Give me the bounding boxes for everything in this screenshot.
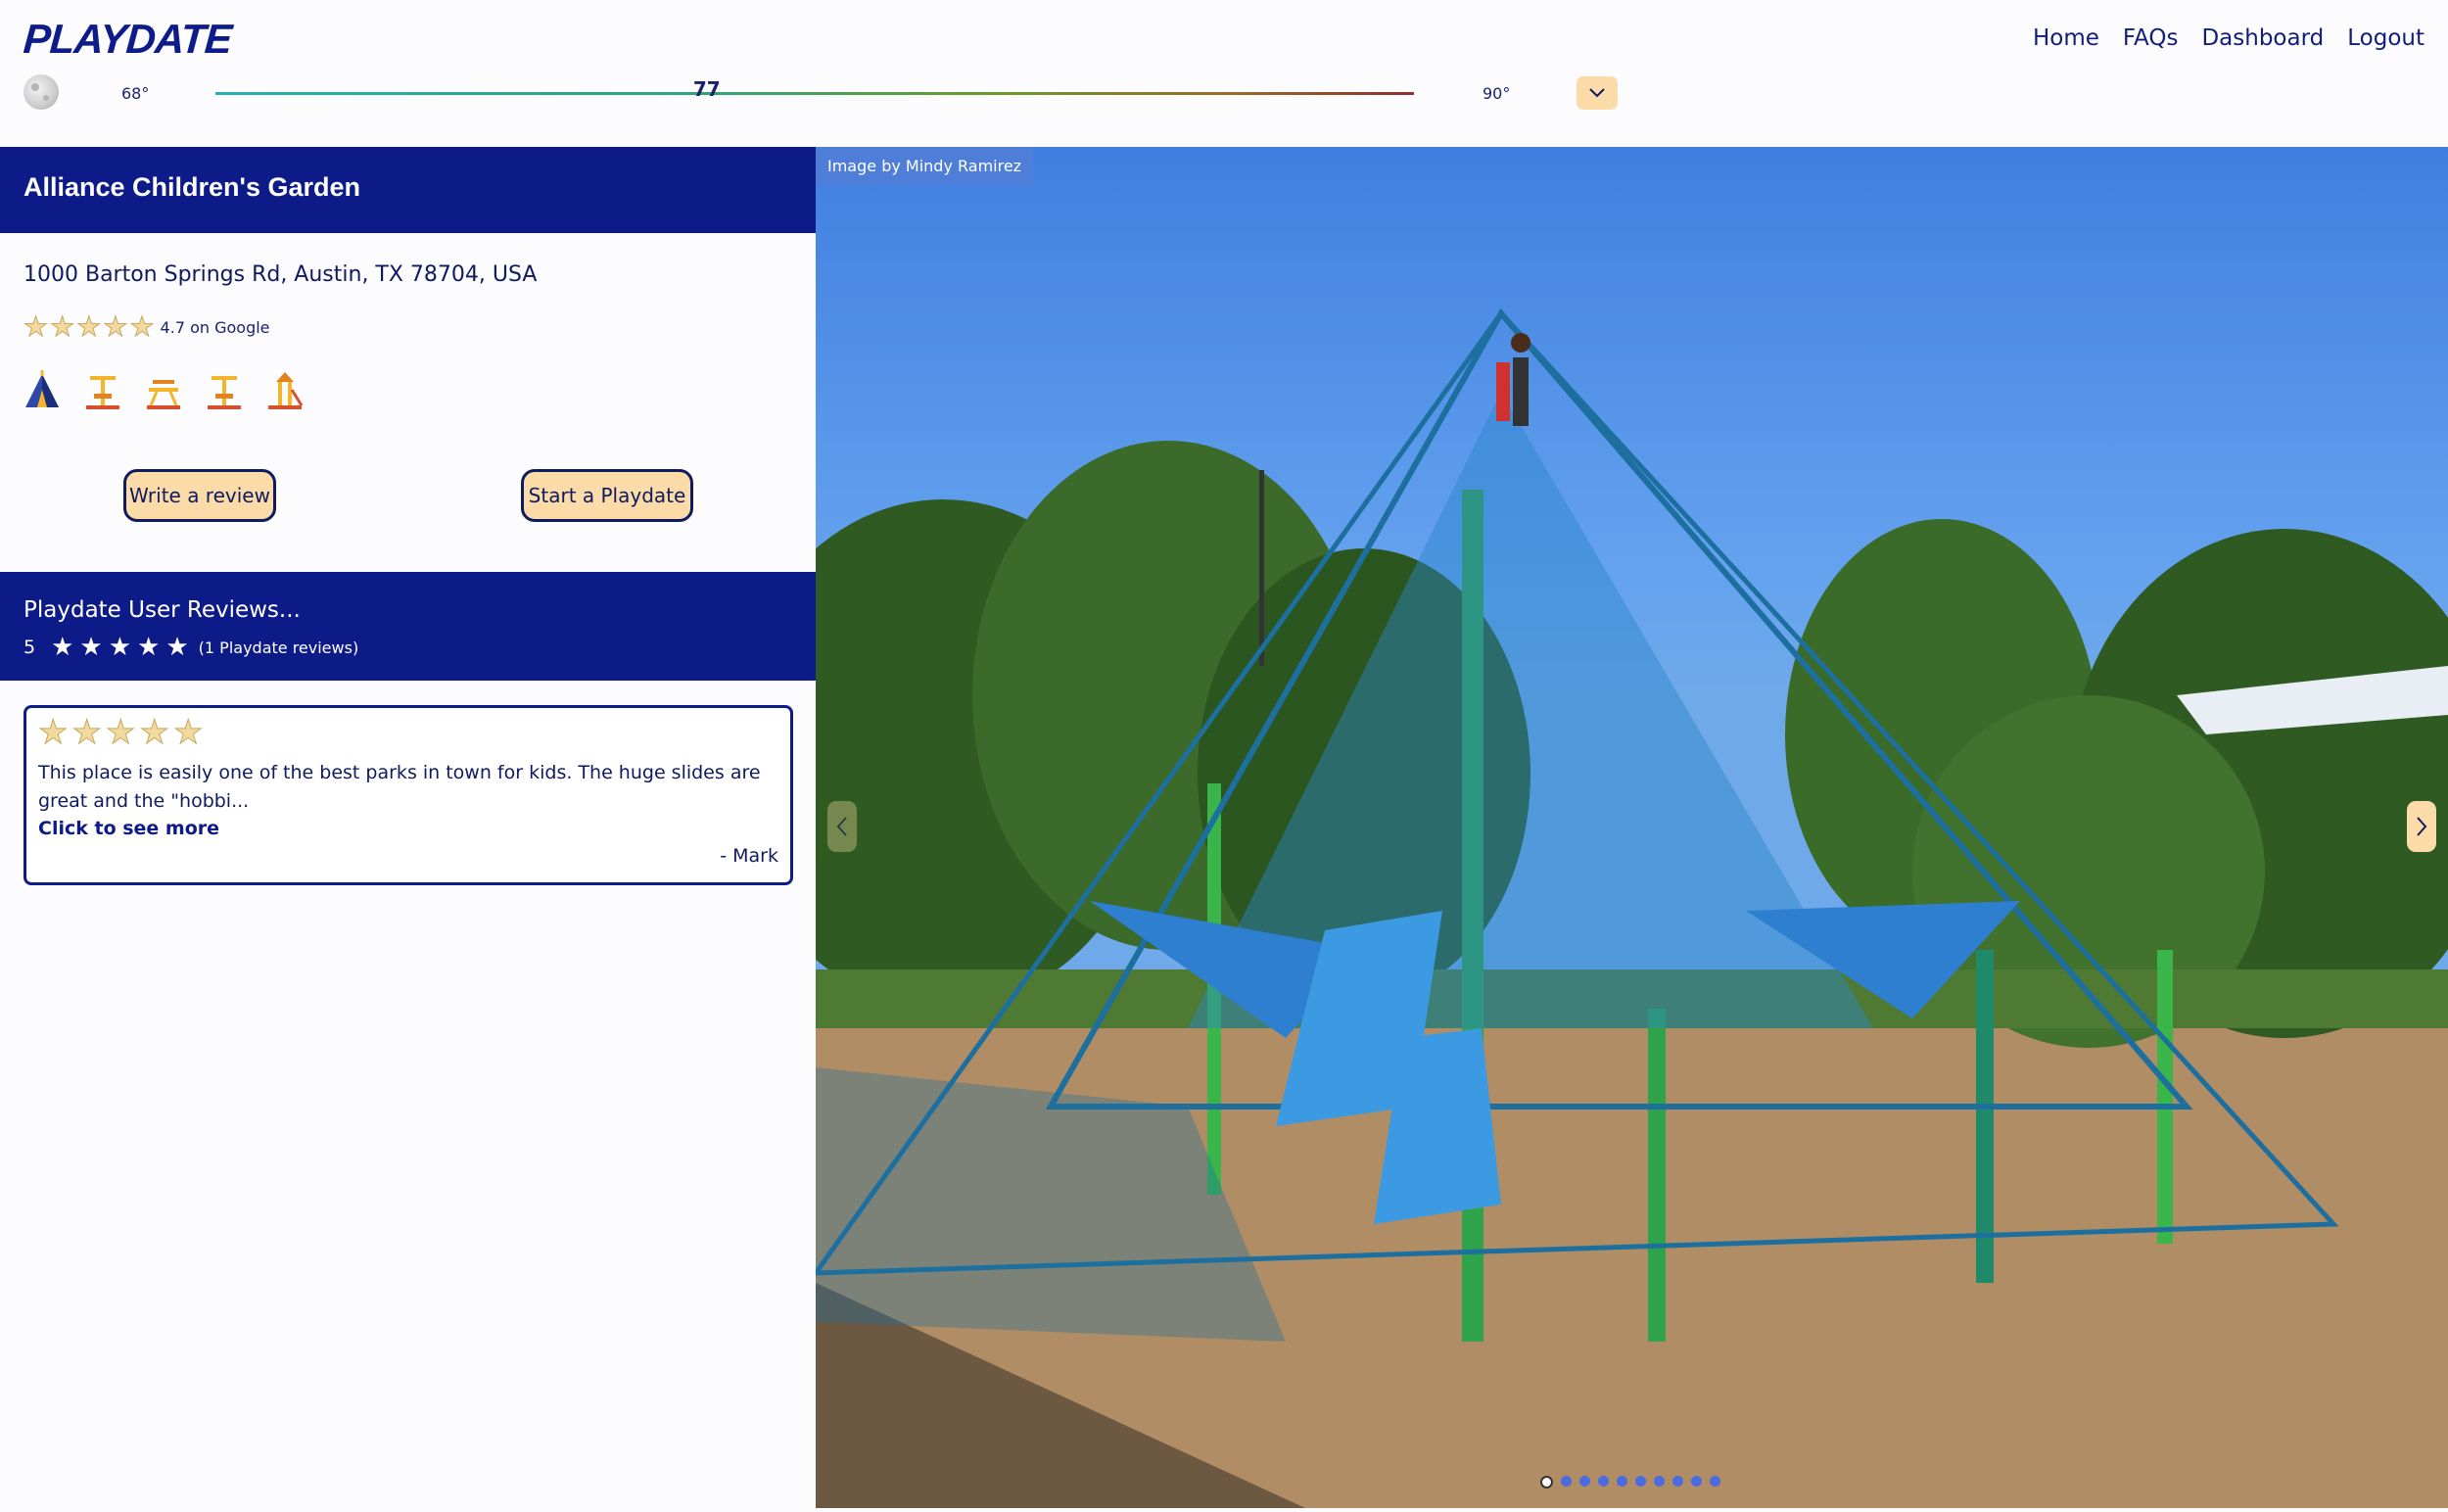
star-icon: ★ [103, 310, 128, 343]
review-card[interactable]: ★ ★ ★ ★ ★ This place is easily one of th… [24, 705, 793, 885]
swing-icon[interactable] [206, 370, 243, 411]
playground-tower-icon[interactable] [266, 370, 304, 411]
star-icon: ★ [129, 310, 155, 343]
camping-tent-icon[interactable] [24, 370, 61, 411]
carousel-dots [1540, 1476, 1720, 1488]
carousel-dot[interactable] [1710, 1476, 1720, 1487]
forecast-dropdown-button[interactable] [1577, 76, 1618, 110]
nav-logout-link[interactable]: Logout [2347, 25, 2424, 51]
google-rating: ★ ★ ★ ★ ★ 4.7 on Google [23, 310, 270, 343]
review-author: - Mark [720, 845, 778, 867]
start-playdate-button[interactable]: Start a Playdate [521, 469, 693, 522]
star-icon: ★ [165, 633, 189, 662]
amenity-icons [24, 370, 304, 411]
chevron-left-icon [836, 817, 847, 836]
star-icon: ★ [23, 310, 49, 343]
reviews-average: 5 ★ ★ ★ ★ ★ (1 Playdate reviews) [24, 635, 358, 660]
moon-icon [24, 74, 59, 110]
nav-faqs-link[interactable]: FAQs [2123, 25, 2179, 51]
park-name: Alliance Children's Garden [24, 172, 361, 202]
review-text: This place is easily one of the best par… [38, 762, 761, 812]
star-icon: ★ [37, 713, 69, 752]
playground-photo [816, 307, 2448, 1508]
reviews-summary-bar: Playdate User Reviews... 5 ★ ★ ★ ★ ★ (1 … [0, 572, 816, 681]
carousel-dot[interactable] [1691, 1476, 1702, 1487]
carousel-dot[interactable] [1579, 1476, 1590, 1487]
carousel-dot[interactable] [1672, 1476, 1683, 1487]
carousel-prev-button[interactable] [827, 801, 857, 852]
star-icon: ★ [51, 633, 74, 662]
temperature-range-bar [215, 92, 1414, 95]
chevron-down-icon [1589, 88, 1605, 98]
star-icon: ★ [137, 633, 161, 662]
picnic-table-icon[interactable] [145, 370, 182, 411]
temperature-forecast: 68° 77 90° [24, 74, 1620, 114]
write-review-button[interactable]: Write a review [123, 469, 276, 522]
carousel-dot[interactable] [1654, 1476, 1665, 1487]
reviews-count: (1 Playdate reviews) [198, 638, 359, 657]
see-more-link[interactable]: Click to see more [38, 818, 219, 839]
star-icon: ★ [139, 713, 170, 752]
carousel-dot[interactable] [1540, 1476, 1553, 1488]
star-icon: ★ [79, 633, 103, 662]
nav-home-link[interactable]: Home [2033, 25, 2099, 51]
star-icon: ★ [172, 713, 204, 752]
park-photo-carousel[interactable]: Image by Mindy Ramirez [816, 147, 2448, 1508]
carousel-next-button[interactable] [2407, 801, 2436, 852]
google-rating-text: 4.7 on Google [160, 317, 270, 337]
temp-high: 90° [1483, 84, 1511, 103]
star-icon: ★ [76, 310, 102, 343]
reviews-average-value: 5 [24, 637, 36, 658]
star-icon: ★ [105, 713, 136, 752]
chevron-right-icon [2417, 817, 2427, 836]
main-nav: Home FAQs Dashboard Logout [2033, 25, 2424, 51]
image-credit: Image by Mindy Ramirez [816, 147, 1034, 185]
reviews-heading: Playdate User Reviews... [24, 597, 301, 623]
star-icon: ★ [71, 713, 103, 752]
star-icon: ★ [50, 310, 75, 343]
carousel-dot[interactable] [1561, 1476, 1572, 1487]
temp-low: 68° [121, 84, 150, 103]
carousel-dot[interactable] [1598, 1476, 1609, 1487]
carousel-dot[interactable] [1617, 1476, 1627, 1487]
nav-dashboard-link[interactable]: Dashboard [2201, 25, 2324, 51]
park-address: 1000 Barton Springs Rd, Austin, TX 78704… [24, 262, 538, 287]
temp-current: 77 [692, 77, 721, 101]
star-icon: ★ [108, 633, 132, 662]
carousel-dot[interactable] [1635, 1476, 1646, 1487]
playdate-logo[interactable]: PLAYDATE [22, 16, 232, 63]
swing-icon[interactable] [84, 370, 121, 411]
park-title-bar: Alliance Children's Garden [0, 147, 816, 233]
review-stars: ★ ★ ★ ★ ★ [37, 713, 204, 752]
